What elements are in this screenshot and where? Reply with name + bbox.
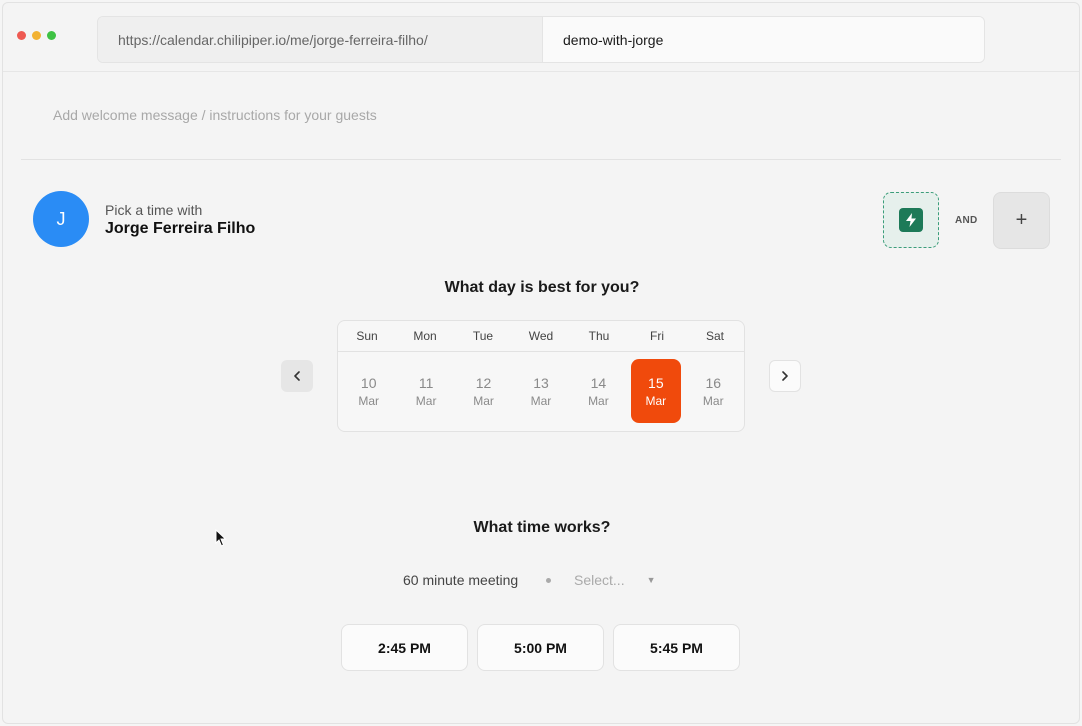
lightning-bolt-icon <box>899 208 923 232</box>
week-calendar: Sun Mon Tue Wed Thu Fri Sat 10 Mar 11 Ma… <box>337 320 745 432</box>
chevron-right-icon <box>782 371 788 381</box>
time-slot-button[interactable]: 5:45 PM <box>613 624 740 671</box>
pick-time-label: Pick a time with <box>105 202 203 218</box>
day-cell[interactable]: 10 Mar <box>344 359 393 423</box>
minimize-window-button[interactable] <box>32 31 41 40</box>
day-number: 11 <box>418 374 434 391</box>
day-month: Mar <box>530 393 552 408</box>
day-cell[interactable]: 13 Mar <box>516 359 565 423</box>
day-number: 12 <box>475 374 492 391</box>
day-number: 13 <box>533 374 549 391</box>
weekday-label: Fri <box>650 329 664 343</box>
separator-dot <box>546 578 551 583</box>
host-avatar: J <box>33 191 89 247</box>
time-slot-button[interactable]: 2:45 PM <box>341 624 468 671</box>
weekday-label: Wed <box>528 329 554 343</box>
day-month: Mar <box>358 393 380 408</box>
window-controls <box>17 31 56 40</box>
time-picker-heading: What time works? <box>473 519 611 536</box>
add-rule-button[interactable]: + <box>993 192 1050 249</box>
weekday-header: Sun Mon Tue Wed Thu Fri Sat <box>338 321 744 352</box>
weekday-label: Sat <box>705 329 724 343</box>
day-month: Mar <box>702 393 724 408</box>
select-placeholder: Select... <box>574 572 625 588</box>
weekday-label: Tue <box>472 329 494 343</box>
day-month: Mar <box>645 393 667 408</box>
host-name: Jorge Ferreira Filho <box>105 220 256 237</box>
day-cell-selected[interactable]: 15 Mar <box>631 359 681 423</box>
day-month: Mar <box>473 393 494 408</box>
day-number: 16 <box>705 374 722 391</box>
day-picker-heading: What day is best for you? <box>444 279 640 296</box>
plus-icon: + <box>1015 209 1028 231</box>
maximize-window-button[interactable] <box>47 31 56 40</box>
day-number: 15 <box>648 374 664 391</box>
weekday-label: Sun <box>356 329 378 343</box>
day-cell[interactable]: 12 Mar <box>459 359 508 423</box>
chevron-left-icon <box>294 371 300 381</box>
welcome-message-input[interactable]: Add welcome message / instructions for y… <box>53 107 377 123</box>
day-month: Mar <box>588 393 609 408</box>
browser-window: https://calendar.chilipiper.io/me/jorge-… <box>2 2 1080 724</box>
and-operator-label: AND <box>955 215 978 226</box>
day-number: 14 <box>590 374 607 391</box>
day-number: 10 <box>360 374 377 391</box>
day-row: 10 Mar 11 Mar 12 Mar 13 Mar 14 Mar 15 Ma… <box>338 352 744 423</box>
close-window-button[interactable] <box>17 31 26 40</box>
url-base-text: https://calendar.chilipiper.io/me/jorge-… <box>98 17 543 62</box>
next-week-button[interactable] <box>769 360 801 392</box>
booking-url-bar: https://calendar.chilipiper.io/me/jorge-… <box>97 16 985 63</box>
routing-rule-button[interactable] <box>883 192 939 248</box>
time-slot-button[interactable]: 5:00 PM <box>477 624 604 671</box>
day-cell[interactable]: 11 Mar <box>401 359 450 423</box>
welcome-divider <box>21 159 1061 160</box>
caret-down-icon: ▼ <box>646 575 656 585</box>
previous-week-button[interactable] <box>281 360 313 392</box>
day-cell[interactable]: 14 Mar <box>574 359 623 423</box>
timezone-select[interactable]: Select... ▼ <box>574 572 656 588</box>
meeting-duration: 60 minute meeting <box>403 572 519 588</box>
day-cell[interactable]: 16 Mar <box>689 359 738 423</box>
weekday-label: Mon <box>413 329 437 343</box>
url-slug-input[interactable]: demo-with-jorge <box>543 17 984 62</box>
header-divider <box>3 71 1079 72</box>
mouse-pointer-icon <box>215 529 227 547</box>
day-month: Mar <box>415 393 437 408</box>
weekday-label: Thu <box>588 329 610 343</box>
